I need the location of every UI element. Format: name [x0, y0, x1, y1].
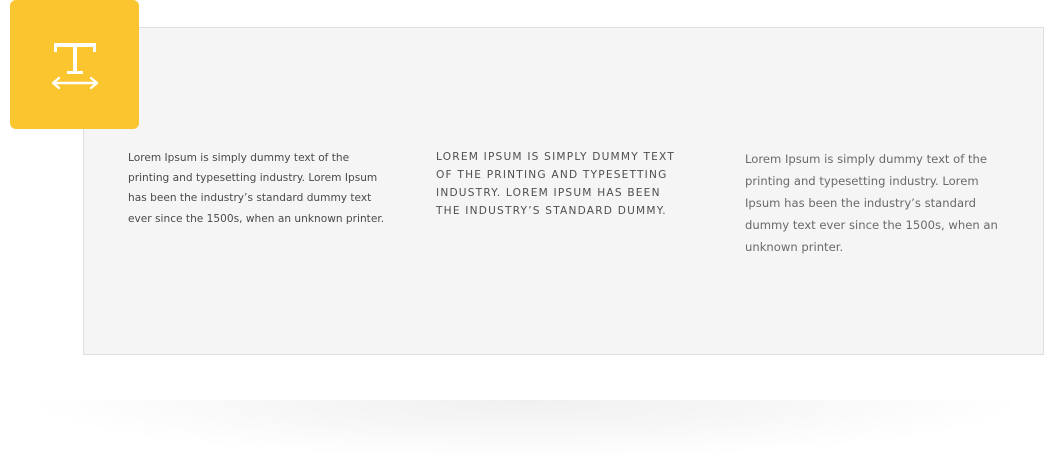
panel-shadow	[20, 400, 1034, 460]
text-column-regular: Lorem Ipsum is simply dummy text of the …	[128, 152, 385, 225]
text-column-uppercase: Lorem Ipsum is simply dummy text of the …	[436, 151, 675, 218]
text-width-icon	[51, 42, 98, 89]
text-column-light: Lorem Ipsum is simply dummy text of the …	[745, 152, 998, 254]
text-icon-badge	[10, 0, 139, 129]
